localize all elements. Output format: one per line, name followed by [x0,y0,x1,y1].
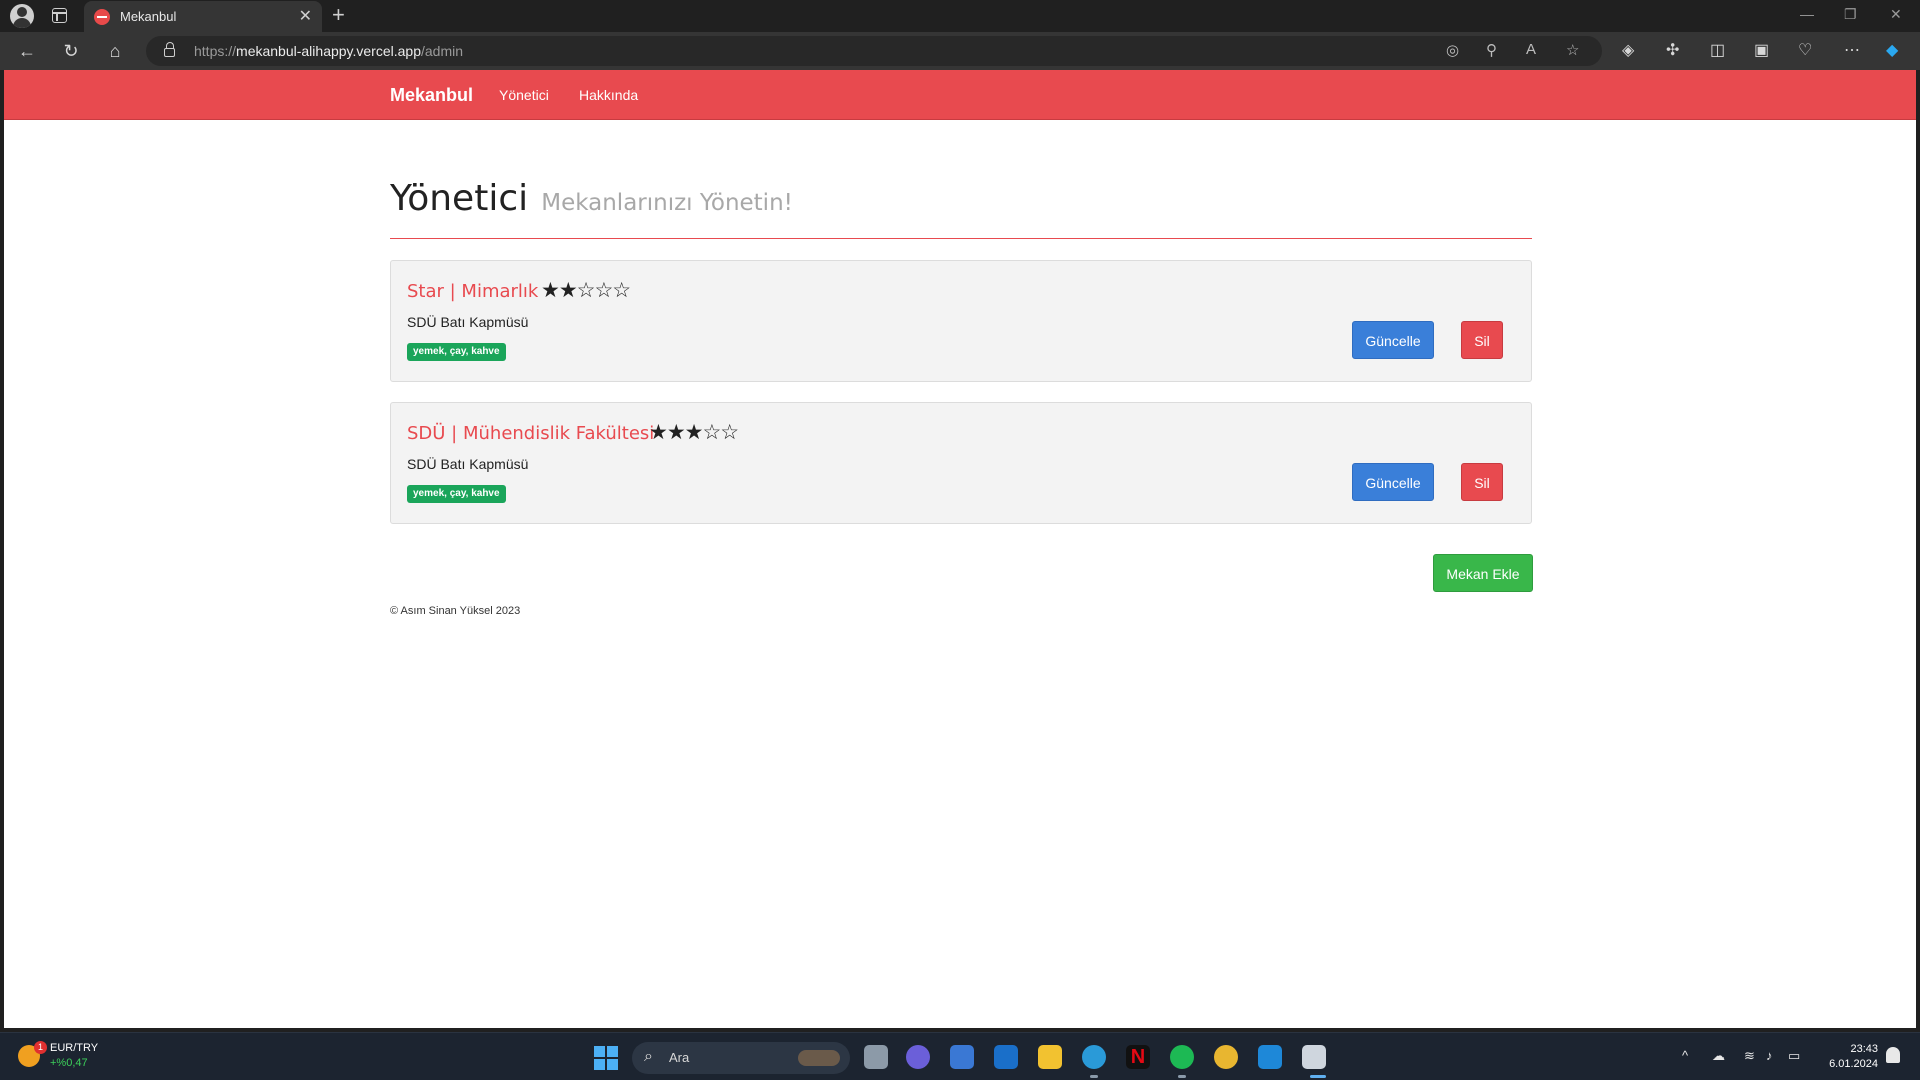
star-rating: ★★★☆☆ [649,421,739,444]
restore-icon[interactable]: ❐ [1844,6,1857,23]
url-text[interactable]: https://mekanbul-alihappy.vercel.app/adm… [194,43,463,59]
browser-toolbar: ← ↻ ⌂ https://mekanbul-alihappy.vercel.a… [0,32,1920,70]
update-button[interactable]: Güncelle [1352,463,1434,501]
tray-overflow-icon[interactable]: ^ [1682,1048,1688,1063]
widget-currency-label[interactable]: EUR/TRY [50,1042,98,1054]
widget-currency-change: +%0,47 [50,1057,88,1069]
clock-date: 6.01.2024 [1829,1058,1878,1070]
battery-icon[interactable]: ▭ [1788,1048,1800,1064]
search-highlight-icon [798,1050,840,1066]
page-title: Yönetici [390,178,529,219]
lock-icon [164,42,175,57]
notification-bell-icon[interactable] [1886,1047,1900,1063]
task-view-icon[interactable] [864,1045,888,1069]
taskbar: 1 EUR/TRY +%0,47 ⌕ Ara N ^ ☁ ≋ ♪ ▭ 23:43… [0,1032,1920,1080]
delete-button[interactable]: Sil [1461,321,1503,359]
read-aloud-icon[interactable]: A [1526,41,1536,58]
netflix-icon[interactable]: N [1126,1045,1150,1069]
page-subtitle: Mekanlarınızı Yönetin! [541,190,793,216]
start-menu-icon[interactable] [594,1046,618,1070]
window-close-icon[interactable]: ✕ [1890,6,1902,23]
tab-close-icon[interactable]: ✕ [299,6,312,26]
minimize-icon[interactable]: — [1800,6,1814,22]
snipping-active-indicator [1310,1075,1326,1078]
new-tab-button[interactable]: + [332,2,345,28]
browser-essentials-icon[interactable]: ♡ [1798,40,1812,60]
snipping-tool-icon[interactable] [1302,1045,1326,1069]
copilot-icon[interactable]: ◆ [1886,40,1898,60]
site-favicon-icon [94,9,110,25]
back-icon[interactable]: ← [14,38,40,64]
extension-color-icon[interactable]: ◈ [1622,40,1634,60]
venue-address: SDÜ Batı Kapmüsü [407,314,529,330]
microsoft-store-icon[interactable] [950,1045,974,1069]
tab-title: Mekanbul [120,9,177,24]
footer-copyright: © Asım Sinan Yüksel 2023 [390,605,521,617]
more-menu-icon[interactable]: ⋯ [1844,40,1860,60]
venue-address: SDÜ Batı Kapmüsü [407,456,529,472]
delete-button[interactable]: Sil [1461,463,1503,501]
spotify-icon[interactable] [1170,1045,1194,1069]
teams-chat-icon[interactable] [906,1045,930,1069]
file-explorer-icon[interactable] [1038,1045,1062,1069]
clock-time: 23:43 [1850,1043,1878,1055]
key-icon[interactable]: ⚲ [1486,41,1497,59]
volume-icon[interactable]: ♪ [1766,1048,1773,1063]
split-screen-icon[interactable]: ◫ [1710,40,1725,60]
widgets-badge: 1 [34,1041,47,1054]
star-rating: ★★☆☆☆ [541,279,631,302]
venue-card: Star | Mimarlık ★★☆☆☆ SDÜ Batı Kapmüsü y… [390,260,1532,382]
home-icon[interactable]: ⌂ [102,38,128,64]
refresh-icon[interactable]: ↻ [58,38,84,64]
search-icon: ⌕ [644,1048,653,1065]
venue-tags-badge: yemek, çay, kahve [407,485,506,503]
tab-actions-icon[interactable] [52,8,67,23]
vscode-icon[interactable] [1258,1045,1282,1069]
site-brand-link[interactable]: Mekanbul [390,85,473,106]
edge-icon[interactable] [1082,1045,1106,1069]
title-divider [390,238,1532,239]
profile-avatar[interactable] [10,4,34,28]
page-header: Yönetici Mekanlarınızı Yönetin! [390,178,793,219]
update-button[interactable]: Güncelle [1352,321,1434,359]
favorite-star-icon[interactable]: ☆ [1566,41,1579,59]
extensions-icon[interactable]: ✣ [1666,40,1679,60]
venue-name[interactable]: Star | Mimarlık [407,281,538,302]
venue-card: SDÜ | Mühendislik Fakültesi ★★★☆☆ SDÜ Ba… [390,402,1532,524]
wifi-icon[interactable]: ≋ [1744,1048,1755,1064]
add-venue-button[interactable]: Mekan Ekle [1433,554,1533,592]
page-viewport: Mekanbul Yönetici Hakkında Yönetici Meka… [4,70,1916,1028]
location-icon[interactable]: ◎ [1446,41,1459,59]
browser-tab[interactable]: Mekanbul ✕ [84,1,322,32]
site-navbar: Mekanbul Yönetici Hakkında [4,70,1916,120]
taskbar-search[interactable]: ⌕ Ara [632,1042,850,1074]
taskbar-clock[interactable]: 23:43 6.01.2024 [1822,1042,1878,1072]
chrome-icon[interactable] [1214,1045,1238,1069]
address-bar[interactable]: https://mekanbul-alihappy.vercel.app/adm… [146,36,1602,66]
spotify-active-indicator [1178,1075,1186,1078]
nav-link-yonetici[interactable]: Yönetici [499,87,549,103]
edge-active-indicator [1090,1075,1098,1078]
nav-link-hakkinda[interactable]: Hakkında [579,87,638,103]
browser-tabbar: Mekanbul ✕ + — ❐ ✕ [0,0,1920,32]
outlook-icon[interactable] [994,1045,1018,1069]
onedrive-icon[interactable]: ☁ [1712,1048,1725,1064]
collections-icon[interactable]: ▣ [1754,40,1769,60]
search-placeholder: Ara [669,1050,690,1065]
venue-tags-badge: yemek, çay, kahve [407,343,506,361]
venue-name[interactable]: SDÜ | Mühendislik Fakültesi [407,423,654,444]
